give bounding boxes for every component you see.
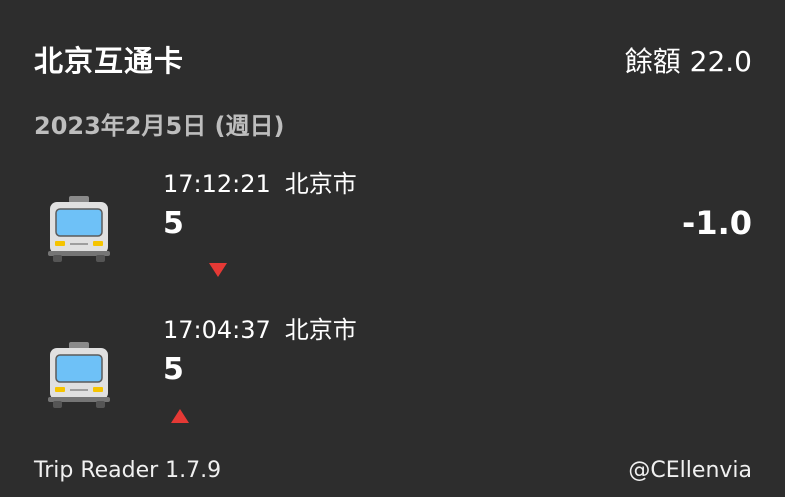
trip-line-number: 5 — [163, 206, 184, 241]
app-version: Trip Reader 1.7.9 — [34, 458, 222, 483]
trip-time-line: 17:04:37 北京市 — [163, 310, 357, 345]
trip-time: 17:04:37 — [163, 316, 271, 344]
date-header: 2023年2月5日 (週日) — [34, 112, 285, 140]
bus-icon — [48, 342, 110, 408]
trip-city: 北京市 — [284, 170, 357, 198]
trip-row[interactable]: 17:04:37 北京市 5 — [0, 306, 785, 436]
trip-row[interactable]: 17:12:21 北京市 5 -1.0 — [0, 160, 785, 290]
trip-time: 17:12:21 — [163, 170, 271, 198]
trip-line-number: 5 — [163, 352, 184, 387]
trip-amount: -1.0 — [682, 204, 752, 242]
arrow-up-icon — [171, 409, 189, 423]
author-credit: @CEllenvia — [628, 458, 752, 483]
card-title: 北京互通卡 — [34, 44, 185, 78]
arrow-down-icon — [209, 263, 227, 277]
bus-icon — [48, 196, 110, 262]
trip-time-line: 17:12:21 北京市 — [163, 164, 357, 199]
trip-city: 北京市 — [284, 316, 357, 344]
balance-label: 餘額 22.0 — [624, 45, 752, 78]
